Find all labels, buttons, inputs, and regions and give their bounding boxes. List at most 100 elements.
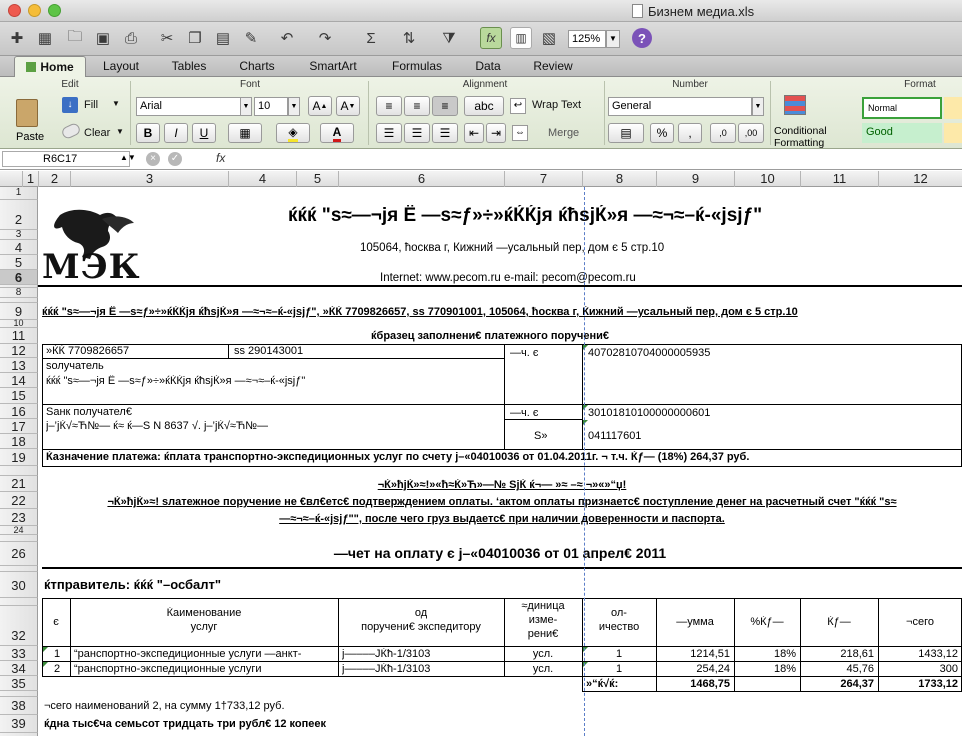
wrap-text-icon[interactable]: ↩	[510, 98, 526, 114]
align-left-button[interactable]: ☰	[376, 123, 402, 143]
row-header[interactable]: 39	[0, 715, 38, 733]
row-header[interactable]: 11	[0, 328, 38, 344]
increase-decimal-button[interactable]: ,0	[710, 123, 736, 143]
column-header[interactable]: 1	[22, 171, 38, 187]
row-header[interactable]: 3	[0, 230, 38, 240]
comma-style-button[interactable]: ,	[678, 123, 702, 143]
tab-data[interactable]: Data	[462, 56, 514, 77]
number-format-dropdown-icon[interactable]: ▼	[752, 97, 764, 116]
fill-color-button[interactable]: ◈	[276, 123, 310, 143]
worksheet-grid[interactable]: 1 2 3 4 5 6 8 9 10 11 12 13 14 15 16 17 …	[0, 187, 962, 736]
select-all-corner[interactable]	[0, 171, 22, 187]
column-header[interactable]: 3	[70, 171, 228, 187]
font-color-button[interactable]: A	[320, 123, 354, 143]
decrease-decimal-button[interactable]: ,00	[738, 123, 764, 143]
percent-button[interactable]: %	[650, 123, 674, 143]
row-header[interactable]: 26	[0, 542, 38, 566]
clear-dropdown-icon[interactable]: ▼	[116, 127, 124, 136]
align-top-button[interactable]: ≡	[376, 96, 402, 116]
row-code[interactable]: ј–––––ЈЌћ-1/3103	[342, 663, 502, 676]
paste-button[interactable]: Paste	[10, 95, 50, 145]
eraser-icon[interactable]	[60, 121, 82, 141]
row-header[interactable]: 22	[0, 492, 38, 509]
new-workbook-icon[interactable]: ✚	[6, 27, 28, 49]
print-icon[interactable]: ⎙	[120, 27, 142, 49]
zoom-input[interactable]: 125%	[568, 30, 606, 48]
row-header[interactable]: 24	[0, 526, 38, 535]
borders-button[interactable]: ▦	[228, 123, 262, 143]
totals-vat[interactable]: 264,37	[800, 678, 874, 691]
payment-purpose[interactable]: Ќазначение платежа: ќплата транспортно-э…	[46, 451, 958, 464]
zoom-dropdown-icon[interactable]: ▼	[606, 30, 620, 48]
row-qty[interactable]: 1	[582, 648, 656, 661]
row-total[interactable]: 300	[878, 663, 958, 676]
row-header[interactable]: 13	[0, 358, 38, 373]
media-browser-icon[interactable]: ▧	[538, 27, 560, 49]
italic-button[interactable]: I	[164, 123, 188, 143]
format-painter-icon[interactable]: ✎	[240, 27, 262, 49]
clear-button[interactable]: Clear	[84, 127, 110, 139]
conditional-formatting-button[interactable]: Conditional Formatting	[772, 95, 832, 149]
row-header[interactable]: 33	[0, 646, 38, 661]
name-box-dropdown-icon[interactable]: ▲▼	[120, 153, 136, 162]
row-header[interactable]: 16	[0, 404, 38, 419]
currency-button[interactable]: ▤	[608, 123, 644, 143]
row-header[interactable]: 32	[0, 606, 38, 646]
row-header[interactable]: 19	[0, 449, 38, 466]
filter-icon[interactable]: ⧩	[438, 27, 460, 49]
totals-sum[interactable]: 1468,75	[656, 678, 730, 691]
column-header[interactable]: 9	[656, 171, 734, 187]
shrink-font-button[interactable]: A ▼	[336, 96, 360, 116]
fill-button[interactable]: Fill	[84, 99, 98, 111]
help-button[interactable]: ?	[632, 28, 652, 48]
align-center-button[interactable]: ☰	[404, 123, 430, 143]
align-bottom-button[interactable]: ≡	[432, 96, 458, 116]
tab-home[interactable]: Home	[14, 56, 86, 77]
column-header[interactable]: 8	[582, 171, 656, 187]
autosum-icon[interactable]: Σ	[360, 27, 382, 49]
merge-button[interactable]: Merge	[548, 127, 579, 139]
minimize-window-button[interactable]	[28, 4, 41, 17]
decrease-indent-button[interactable]: ⇤	[464, 123, 484, 143]
align-middle-button[interactable]: ≡	[404, 96, 430, 116]
row-num[interactable]: 1	[54, 648, 60, 661]
undo-icon[interactable]: ↶	[276, 27, 298, 49]
tab-smartart[interactable]: SmartArt	[296, 56, 370, 77]
bold-button[interactable]: B	[136, 123, 160, 143]
row-header[interactable]: 38	[0, 697, 38, 715]
toolbox-icon[interactable]: ▥	[510, 27, 532, 49]
increase-indent-button[interactable]: ⇥	[486, 123, 506, 143]
cell-style-neutral[interactable]	[944, 97, 962, 119]
row-unit[interactable]: усл.	[504, 648, 582, 661]
row-header-selected[interactable]: 6	[0, 270, 38, 285]
row-vat[interactable]: 45,76	[800, 663, 874, 676]
orientation-button[interactable]: abc	[464, 96, 504, 116]
row-vat-rate[interactable]: 18%	[734, 663, 796, 676]
row-header[interactable]: 23	[0, 509, 38, 526]
name-box[interactable]: R6C17	[2, 151, 130, 167]
bik-value[interactable]: 041117601	[588, 430, 641, 443]
save-icon[interactable]: ▣	[92, 27, 114, 49]
sort-icon[interactable]: ⇅	[398, 27, 420, 49]
bank-name[interactable]: ј–’јЌ√≈Ћ№— ќ≈ ќ—Ѕ N 8637 √. ј–’јЌ√≈Ћ№—	[46, 420, 268, 433]
row-sum[interactable]: 254,24	[656, 663, 730, 676]
confirm-entry-icon[interactable]: ✓	[168, 152, 182, 166]
row-header[interactable]: 34	[0, 661, 38, 676]
totals-total[interactable]: 1733,12	[878, 678, 958, 691]
tab-review[interactable]: Review	[522, 56, 584, 77]
row-header[interactable]	[0, 535, 38, 542]
row-header[interactable]: 14	[0, 373, 38, 388]
cell-style-good[interactable]: Good	[862, 123, 942, 143]
inn-cell[interactable]: »ЌЌ 7709826657	[46, 345, 129, 358]
row-header[interactable]: 18	[0, 434, 38, 449]
row-sum[interactable]: 1214,51	[656, 648, 730, 661]
open-folder-icon[interactable]: 🗀	[64, 27, 86, 49]
font-name-input[interactable]: Arial	[136, 97, 244, 116]
insert-function-button[interactable]: fx	[216, 151, 225, 165]
cancel-entry-icon[interactable]: ×	[146, 152, 160, 166]
row-qty[interactable]: 1	[582, 663, 656, 676]
merge-icon[interactable]: ⇔	[512, 125, 528, 141]
fill-dropdown-icon[interactable]: ▼	[112, 99, 120, 108]
row-header[interactable]	[0, 466, 38, 476]
row-vat-rate[interactable]: 18%	[734, 648, 796, 661]
